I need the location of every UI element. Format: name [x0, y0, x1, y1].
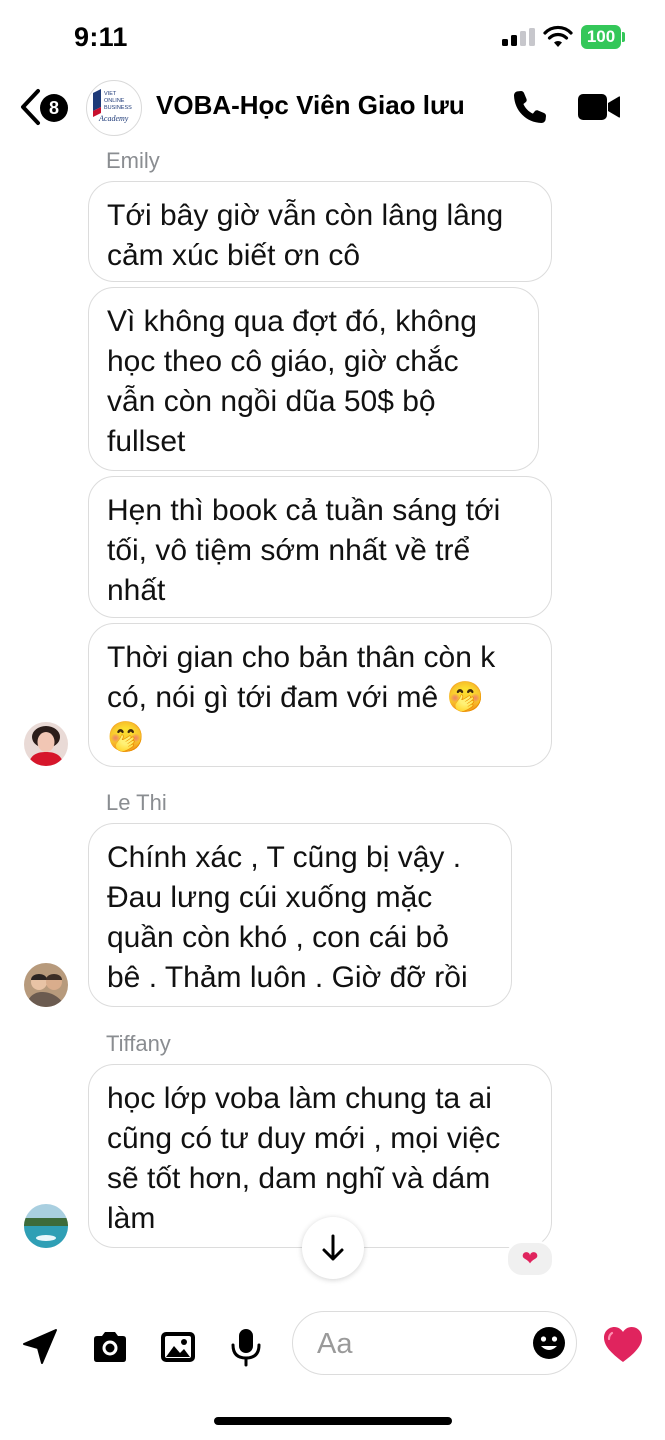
- message-input[interactable]: [315, 1322, 519, 1366]
- unread-count-badge[interactable]: 8: [40, 94, 68, 122]
- video-call-icon[interactable]: [577, 93, 621, 121]
- avatar[interactable]: [24, 963, 68, 1007]
- message-bubble[interactable]: Hẹn thì book cả tuần sáng tới tối, vô ti…: [88, 476, 552, 618]
- heart-reaction-badge[interactable]: ❤: [506, 1241, 554, 1277]
- camera-icon[interactable]: [90, 1327, 130, 1367]
- message-bubble[interactable]: Thời gian cho bản thân còn k có, nói gì …: [88, 623, 552, 767]
- back-chevron-icon[interactable]: [18, 88, 42, 126]
- logo-text-line-2: ONLINE: [104, 98, 125, 104]
- academy-logo-icon: VIET ONLINE BUSINESS Academy: [93, 89, 132, 123]
- user-avatar-icon: [24, 963, 68, 1007]
- arrow-down-icon: [322, 1234, 344, 1261]
- emoji-icon[interactable]: [532, 1326, 566, 1360]
- logo-text-line-1: VIET: [104, 91, 117, 97]
- message-text: Vì không qua đợt đó, không học theo cô g…: [107, 305, 477, 458]
- scroll-to-bottom-button[interactable]: [302, 1217, 364, 1279]
- wifi-icon: [543, 25, 573, 47]
- message-composer[interactable]: [292, 1311, 577, 1375]
- logo-text-line-4: Academy: [98, 114, 129, 123]
- heart-send-icon[interactable]: [602, 1325, 644, 1365]
- microphone-icon[interactable]: [226, 1327, 266, 1367]
- phone-call-icon[interactable]: [512, 89, 548, 125]
- message-text: Tới bây giờ vẫn còn lâng lâng cảm xúc bi…: [107, 199, 504, 272]
- avatar[interactable]: [24, 722, 68, 766]
- message-text: Chính xác , T cũng bị vậy . Đau lưng cúi…: [107, 841, 468, 994]
- message-text: Hẹn thì book cả tuần sáng tới tối, vô ti…: [107, 494, 501, 607]
- user-avatar-icon: [24, 1204, 68, 1248]
- battery-indicator: 100: [581, 25, 621, 49]
- home-indicator: [214, 1417, 452, 1425]
- message-bubble[interactable]: Tới bây giờ vẫn còn lâng lâng cảm xúc bi…: [88, 181, 552, 282]
- user-avatar-icon: [24, 722, 68, 766]
- sender-name: Tiffany: [106, 1031, 171, 1056]
- avatar[interactable]: [24, 1204, 68, 1248]
- message-bubble[interactable]: Chính xác , T cũng bị vậy . Đau lưng cúi…: [88, 823, 512, 1007]
- conversation-title[interactable]: VOBA-Học Viên Giao lưu: [156, 90, 465, 121]
- sender-name: Le Thi: [106, 790, 167, 815]
- message-text: Thời gian cho bản thân còn k có, nói gì …: [107, 641, 496, 754]
- sender-name: Emily: [106, 148, 160, 173]
- photo-gallery-icon[interactable]: [158, 1327, 198, 1367]
- location-arrow-icon[interactable]: [20, 1327, 60, 1367]
- status-time: 9:11: [74, 22, 128, 52]
- logo-text-line-3: BUSINESS: [104, 105, 132, 111]
- group-avatar[interactable]: VIET ONLINE BUSINESS Academy: [86, 80, 142, 136]
- message-text: học lớp voba làm chung ta ai cũng có tư …: [107, 1082, 501, 1235]
- cellular-signal-icon: [502, 28, 536, 46]
- battery-tip: [622, 32, 625, 42]
- message-bubble[interactable]: Vì không qua đợt đó, không học theo cô g…: [88, 287, 539, 471]
